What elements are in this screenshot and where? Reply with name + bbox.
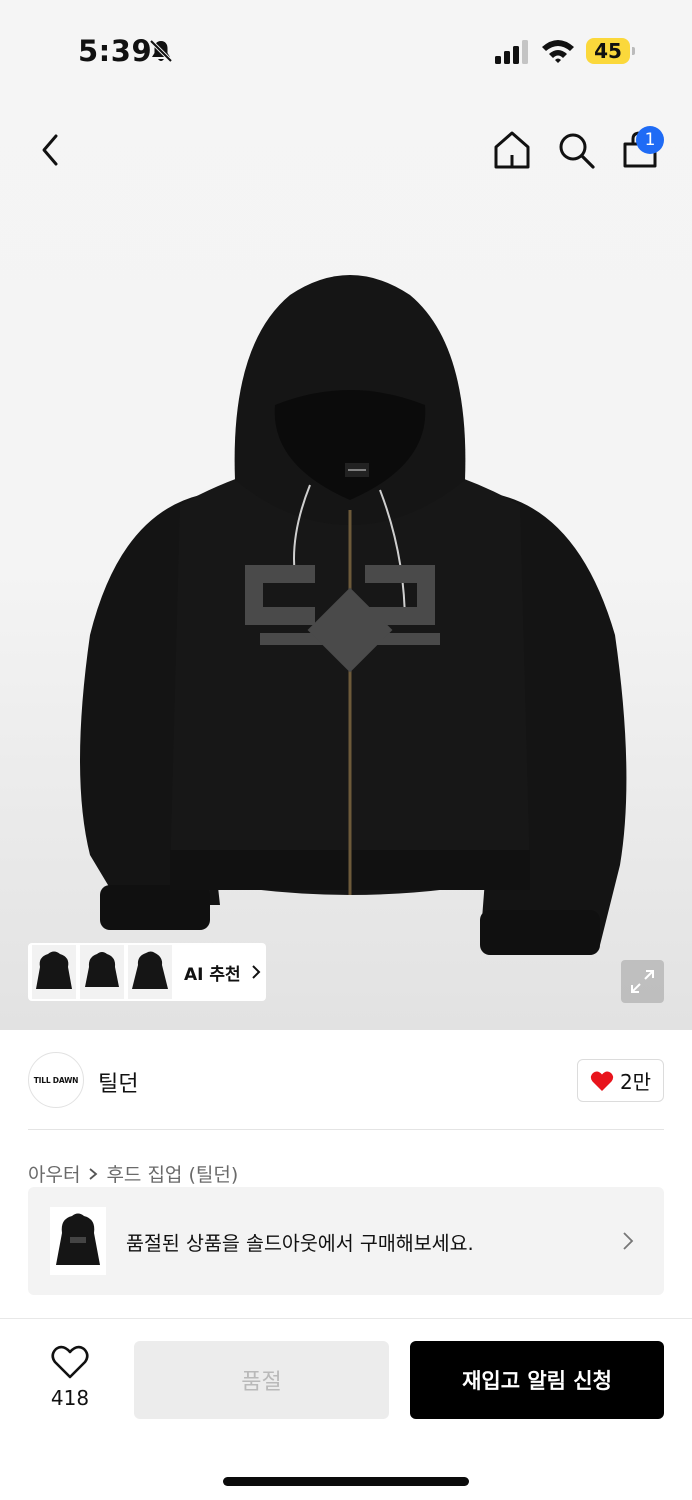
brand-logo[interactable]: TILL DAWN [28, 1052, 84, 1108]
recommend-thumbnail[interactable] [128, 945, 172, 999]
cellular-signal-icon [495, 40, 528, 64]
ai-recommend-chip[interactable]: AI 추천 [28, 943, 266, 1001]
back-chevron-icon[interactable] [34, 130, 66, 170]
ai-recommend-label: AI 추천 [184, 964, 241, 985]
hoodie-product-image[interactable] [60, 255, 640, 975]
recommend-thumbnail[interactable] [80, 945, 124, 999]
home-icon[interactable] [490, 128, 534, 172]
hoodie-thumbnail-icon [56, 1213, 100, 1265]
hoodie-thumbnail-icon [132, 951, 168, 989]
banner-thumbnail [50, 1207, 106, 1275]
hoodie-thumbnail-icon [85, 952, 119, 987]
brand-name[interactable]: 틸던 [98, 1066, 138, 1098]
wifi-icon [542, 40, 574, 63]
divider [28, 1129, 664, 1130]
home-indicator[interactable] [223, 1477, 469, 1486]
hoodie-thumbnail-icon [36, 951, 72, 989]
battery-cap [632, 47, 635, 55]
restock-alert-button[interactable]: 재입고 알림 신청 [410, 1341, 664, 1419]
breadcrumb-subcategory[interactable]: 후드 집업 (틸던) [106, 1160, 238, 1187]
brand-like-count: 2만 [619, 1070, 652, 1094]
chevron-right-icon [623, 1232, 634, 1250]
wish-count: 418 [50, 1386, 90, 1410]
search-icon[interactable] [554, 128, 598, 172]
cart-count-badge: 1 [636, 126, 664, 154]
heart-outline-icon[interactable] [51, 1344, 89, 1380]
divider [0, 1318, 692, 1319]
chevron-right-icon [89, 1167, 98, 1180]
breadcrumb-category[interactable]: 아우터 [28, 1160, 80, 1187]
battery-indicator: 45 [586, 38, 636, 64]
recommend-thumbnail[interactable] [32, 945, 76, 999]
bell-slash-icon [149, 39, 173, 63]
heart-filled-icon [590, 1071, 614, 1091]
soldout-resale-banner[interactable]: 품절된 상품을 솔드아웃에서 구매해보세요. [28, 1187, 664, 1295]
battery-level: 45 [586, 38, 630, 64]
brand-like-button[interactable]: 2만 [577, 1059, 664, 1102]
status-time: 5:39 [78, 34, 153, 68]
breadcrumb: 아우터 후드 집업 (틸던) [28, 1160, 238, 1187]
expand-image-icon[interactable] [621, 960, 664, 1003]
soldout-banner-text: 품절된 상품을 솔드아웃에서 구매해보세요. [126, 1232, 474, 1255]
chevron-right-icon [251, 965, 261, 979]
soldout-button[interactable]: 품절 [134, 1341, 389, 1419]
